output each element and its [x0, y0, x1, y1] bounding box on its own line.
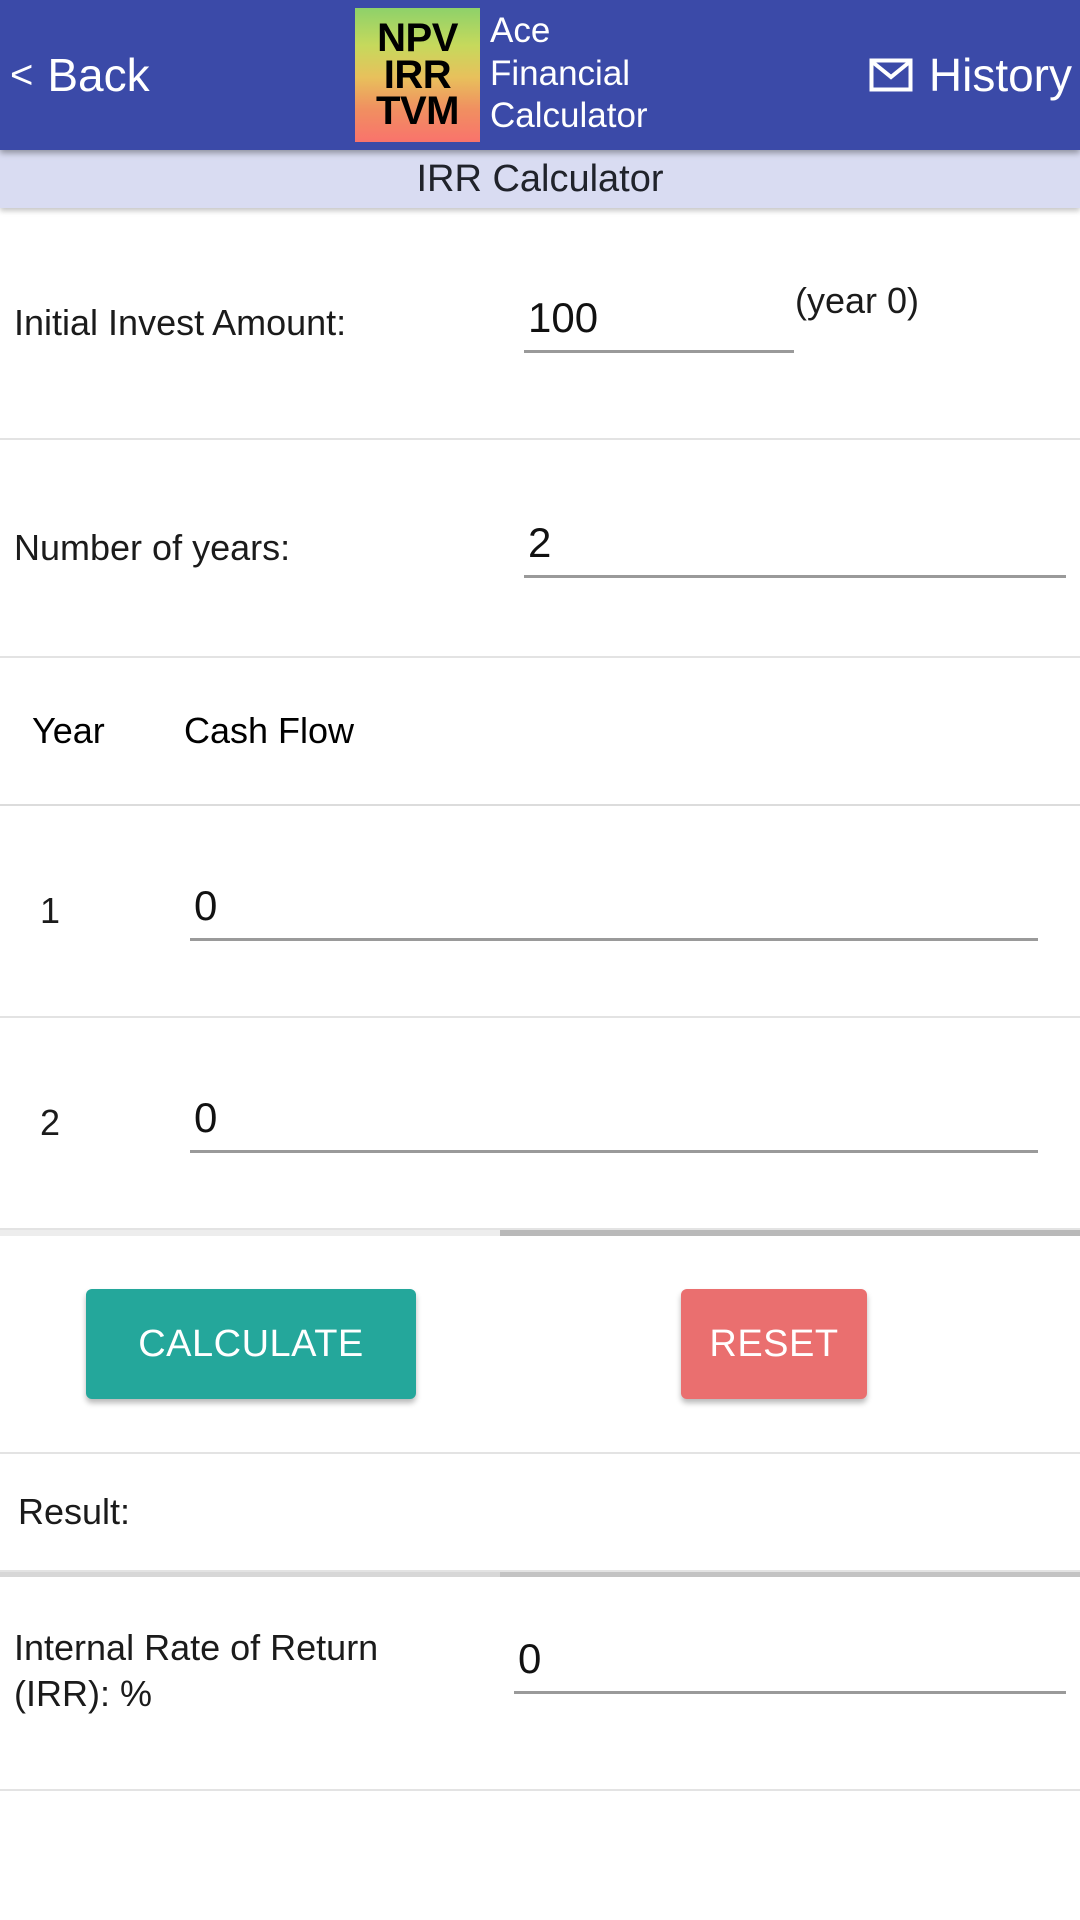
column-header-year: Year	[32, 710, 105, 751]
cashflow-value-2: 0	[194, 1093, 218, 1141]
result-section-label: Result:	[18, 1490, 131, 1532]
reset-button[interactable]: RESET	[681, 1289, 867, 1399]
app-title-line2: Financial	[490, 53, 631, 93]
irr-value: 0	[518, 1635, 542, 1682]
initial-invest-input[interactable]: 100	[524, 294, 794, 353]
app-title-line3: Calculator	[490, 96, 648, 136]
cashflow-year-2: 2	[40, 1102, 61, 1143]
irr-label-line2: (IRR): %	[14, 1673, 152, 1715]
row-number-of-years: Number of years: 2	[0, 440, 1080, 658]
logo-line-tvm: TVM	[376, 89, 459, 134]
irr-label-line1: Internal Rate of Return	[14, 1627, 379, 1668]
action-button-row: CALCULATE RESET	[0, 1236, 1080, 1454]
brand-block: NPV IRR TVM Ace Financial Calculator	[355, 8, 648, 142]
page-title: IRR Calculator	[416, 157, 664, 200]
number-of-years-underline	[524, 574, 1066, 578]
irr-value-field: 0	[514, 1635, 1066, 1694]
bottom-spacer	[0, 1791, 1080, 1920]
calculate-button[interactable]: CALCULATE	[86, 1289, 416, 1399]
initial-invest-note: (year 0)	[795, 280, 920, 321]
history-button[interactable]: History	[869, 48, 1072, 102]
app-logo-icon: NPV IRR TVM	[355, 8, 480, 142]
cashflow-input-2[interactable]: 0	[190, 1094, 1038, 1153]
page-title-bar: IRR Calculator	[0, 150, 1080, 208]
back-chevron-icon: <	[10, 53, 34, 97]
cashflow-table-header: Year Cash Flow	[0, 658, 1080, 806]
back-button[interactable]: < Back	[0, 48, 150, 102]
table-row: 2 0	[0, 1018, 1080, 1230]
history-button-label: History	[928, 49, 1072, 101]
number-of-years-input[interactable]: 2	[524, 519, 1066, 578]
cashflow-underline-2	[190, 1149, 1038, 1153]
app-screen: < Back NPV IRR TVM Ace Financial Calcula…	[0, 0, 1080, 1920]
initial-invest-underline	[524, 349, 794, 353]
irr-label: Internal Rate of Return (IRR): %	[14, 1625, 514, 1717]
form-body: Initial Invest Amount: 100 (year 0) Numb…	[0, 208, 1080, 1920]
app-title: Ace Financial Calculator	[490, 8, 648, 138]
logo-line-npv: NPV	[377, 15, 458, 60]
app-title-line1: Ace	[490, 11, 551, 50]
back-button-label: Back	[47, 49, 150, 101]
irr-underline	[514, 1691, 1066, 1694]
initial-invest-value: 100	[528, 293, 599, 341]
app-bar: < Back NPV IRR TVM Ace Financial Calcula…	[0, 0, 1080, 150]
cashflow-value-1: 0	[194, 881, 218, 929]
table-row: 1 0	[0, 806, 1080, 1018]
row-initial-invest: Initial Invest Amount: 100 (year 0)	[0, 208, 1080, 440]
cashflow-input-1[interactable]: 0	[190, 882, 1038, 941]
cashflow-underline-1	[190, 937, 1038, 941]
column-header-cash-flow: Cash Flow	[184, 710, 355, 751]
number-of-years-label: Number of years:	[14, 526, 291, 568]
initial-invest-label: Initial Invest Amount:	[14, 301, 347, 343]
logo-line-irr: IRR	[383, 52, 452, 97]
mail-envelope-icon	[869, 58, 913, 92]
row-irr-result: Internal Rate of Return (IRR): % 0	[0, 1577, 1080, 1791]
cashflow-year-1: 1	[40, 890, 61, 931]
row-result-heading: Result:	[0, 1454, 1080, 1572]
number-of-years-value: 2	[528, 518, 552, 566]
